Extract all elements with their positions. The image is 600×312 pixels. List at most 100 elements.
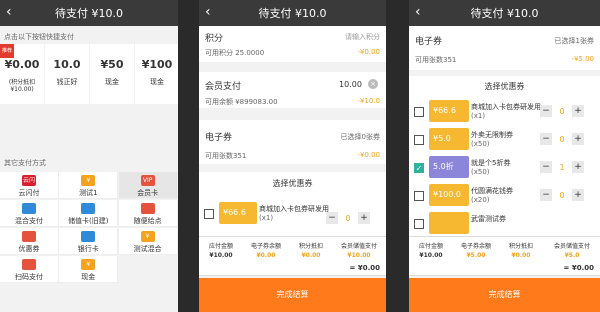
- coupon-name: 就是个5折券: [471, 159, 511, 167]
- quick-pay-50[interactable]: ¥50 现金: [90, 44, 134, 104]
- coupon-name: 武雷测试券: [471, 215, 506, 223]
- summary-member: 会员储值支付 ¥10.00: [333, 241, 385, 259]
- clear-icon[interactable]: ×: [368, 79, 378, 89]
- payment-methods-screen: ‹ 待支付 ¥10.0 点击以下按钮快捷支付 推荐 ¥0.00 (积分抵扣¥10…: [0, 0, 178, 312]
- payment-method-label: 扫码支付: [15, 273, 43, 281]
- coupon-qty: (x1): [471, 112, 486, 120]
- coupon-stepper[interactable]: −0 +: [540, 105, 584, 117]
- decrement-button[interactable]: −: [540, 133, 552, 145]
- coupon-checkbox[interactable]: [204, 209, 214, 219]
- payment-method-11[interactable]: ¥ 现金: [59, 256, 119, 283]
- coupon-image: 5.0折: [429, 156, 469, 178]
- coupon-qty: (x20): [471, 196, 490, 204]
- decrement-button[interactable]: −: [540, 105, 552, 117]
- payment-method-5[interactable]: 储值卡(旧建): [59, 200, 119, 227]
- coupon-image: ¥100.0: [429, 184, 469, 206]
- payment-method-7[interactable]: 优惠券: [0, 228, 59, 255]
- summary-label: 电子券余额: [250, 243, 281, 250]
- points-input[interactable]: 请输入积分: [345, 32, 380, 42]
- quick-pay-100[interactable]: ¥100 现金: [135, 44, 178, 104]
- quick-label: 钱正好: [56, 78, 78, 86]
- coupon-qty: (x1): [259, 214, 274, 222]
- coupon-count: 0: [559, 106, 565, 116]
- increment-button[interactable]: +: [572, 161, 584, 173]
- other-methods-title: 其它支付方式: [4, 159, 46, 167]
- points-label: 积分: [205, 34, 224, 44]
- coupon-stepper[interactable]: −0 +: [540, 189, 584, 201]
- increment-button[interactable]: +: [572, 133, 584, 145]
- coupon-stepper[interactable]: −0 +: [540, 133, 584, 145]
- coupon-count: 0: [559, 134, 565, 144]
- summary-points: 积分抵扣 ¥0.00: [291, 241, 331, 259]
- quick-label: 现金: [105, 78, 119, 86]
- coupon-stepper[interactable]: − 0 +: [326, 212, 370, 224]
- payment-method-8[interactable]: 银行卡: [59, 228, 119, 255]
- member-pay-screen: ‹ 待支付 ¥10.0 积分 请输入积分 可用积分 25.0000 -¥0.00…: [199, 0, 386, 312]
- payment-method-9[interactable]: ¥ 测试混合: [118, 228, 178, 255]
- finish-checkout-button[interactable]: 完成结算: [409, 278, 600, 312]
- quick-pay-hint: 点击以下按钮快捷支付: [4, 33, 74, 41]
- back-arrow-icon[interactable]: ‹: [415, 4, 421, 20]
- payment-method-label: 测试混合: [133, 245, 162, 253]
- increment-button[interactable]: +: [358, 212, 370, 224]
- payment-method-2[interactable]: ¥ 测试1: [59, 172, 119, 199]
- summary-total: = ¥0.00: [563, 264, 594, 272]
- mixed-pay-icon: [22, 203, 36, 214]
- coupon-qty: (x50): [471, 168, 490, 176]
- payment-method-3[interactable]: VIP 会员卡: [118, 172, 178, 199]
- scan-icon: [22, 259, 36, 270]
- payment-method-6[interactable]: 随便给点: [118, 200, 178, 227]
- gift-icon: [140, 203, 155, 214]
- member-pay-label: 会员支付: [205, 82, 242, 92]
- coupon-checkbox[interactable]: ✓: [414, 163, 424, 173]
- ecoupon-selected: 已选择0张券: [340, 133, 380, 141]
- coupon-checkbox[interactable]: [414, 107, 424, 117]
- coupon-checkbox[interactable]: [414, 135, 424, 145]
- summary-value: ¥10.00: [347, 252, 371, 259]
- decrement-button[interactable]: −: [540, 189, 552, 201]
- decrement-button[interactable]: −: [326, 212, 338, 224]
- finish-checkout-button[interactable]: 完成结算: [199, 278, 386, 312]
- ecoupon-section[interactable]: 电子券 已选择0张券 可用张数351 -¥0.00: [199, 120, 386, 164]
- points-deduct: -¥0.00: [357, 48, 380, 56]
- summary-value: ¥10.00: [209, 252, 233, 259]
- payment-method-4[interactable]: 混合支付: [0, 200, 59, 227]
- top-bar: ‹ 待支付 ¥10.0: [0, 0, 178, 26]
- page-title: 待支付 ¥10.0: [470, 7, 539, 20]
- coupon-select-title: 选择优惠券: [272, 179, 313, 188]
- coupon-count: 0: [345, 213, 351, 223]
- coupon-image: ¥66.6: [219, 202, 257, 224]
- ecoupon-deduct: -¥0.00: [357, 151, 380, 159]
- quick-amount: ¥100: [141, 58, 173, 71]
- increment-button[interactable]: +: [572, 189, 584, 201]
- quick-pay-exact[interactable]: 10.0 钱正好: [45, 44, 89, 104]
- payment-method-1[interactable]: 云闪付 云闪付: [0, 172, 59, 199]
- summary-ecoupon: 电子券余额 ¥5.00: [454, 241, 498, 259]
- back-arrow-icon[interactable]: ‹: [205, 4, 211, 20]
- quick-pay-points[interactable]: 推荐 ¥0.00 (积分抵扣¥10.00): [0, 44, 44, 104]
- coupon-count: 1: [559, 162, 565, 172]
- coupon-checkbox[interactable]: [414, 191, 424, 201]
- decrement-button[interactable]: −: [540, 161, 552, 173]
- coupon-checkbox[interactable]: [414, 219, 424, 229]
- coupon-name: 商城加入卡包券研发用: [471, 103, 541, 111]
- page-title: 待支付 ¥10.0: [258, 7, 327, 20]
- payment-method-label: 云闪付: [18, 189, 40, 197]
- back-arrow-icon[interactable]: ‹: [6, 4, 12, 20]
- payment-method-10[interactable]: 扫码支付: [0, 256, 59, 283]
- summary-total: = ¥0.00: [349, 264, 380, 272]
- coupon-image: ¥66.6: [429, 100, 469, 122]
- payment-method-label: 银行卡: [77, 245, 99, 253]
- coupon-stepper[interactable]: −1 +: [540, 161, 584, 173]
- ecoupon-section[interactable]: 电子券 已选择1张券 可用张数351 -¥5.00: [409, 26, 600, 70]
- summary-label: 会员储值支付: [340, 243, 377, 250]
- member-pay-section: 会员支付 10.00 × 可用余额 ¥899083.00 -¥10.0: [199, 72, 386, 108]
- vip-icon: VIP: [140, 175, 155, 186]
- payment-method-label: 随便给点: [133, 217, 162, 225]
- summary-label: 积分抵扣: [298, 243, 323, 250]
- increment-button[interactable]: +: [572, 105, 584, 117]
- page-title: 待支付 ¥10.0: [55, 7, 123, 20]
- ecoupon-count: 可用张数351: [205, 152, 247, 160]
- member-amount-input[interactable]: 10.00: [339, 80, 362, 89]
- yen-icon: ¥: [81, 175, 96, 186]
